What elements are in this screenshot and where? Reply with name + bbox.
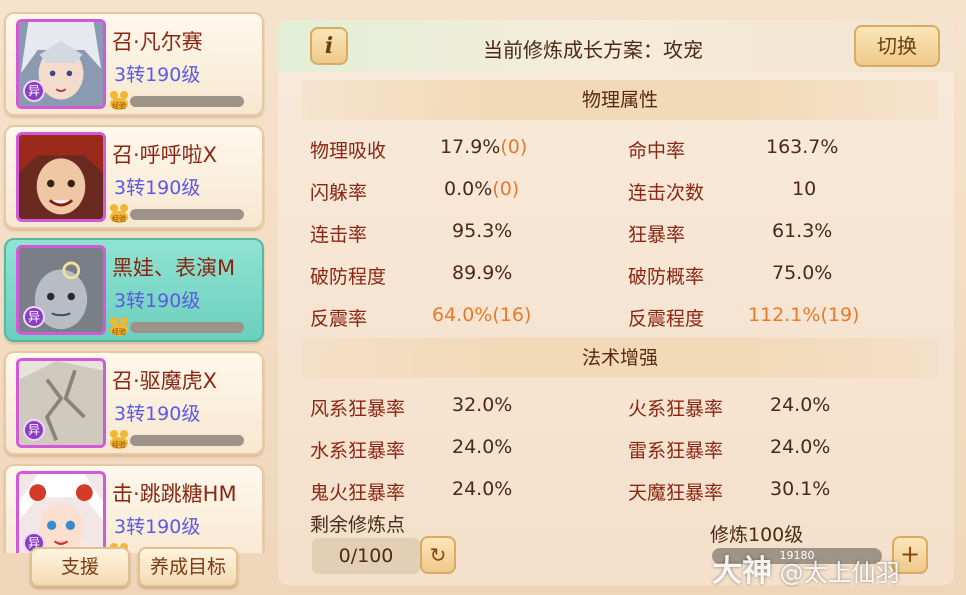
exp-paw-icon: 经验 [110,204,128,223]
pet-level: 3转190级 [114,177,201,199]
pet-avatar-red-hair [16,132,106,222]
stat-label: 反震程度 [628,308,705,330]
stat-label: 闪躲率 [310,182,368,204]
pet-name: 召·驱魔虎X [112,369,218,393]
stat-value: 24.0% [452,436,513,458]
stat-label: 狂暴率 [628,224,686,246]
pet-name: 击·跳跳糖HM [112,482,237,506]
stat-value: 75.0% [772,262,833,284]
stat-value: 95.3% [452,220,513,242]
exp-bar [130,209,244,220]
panel-header: i 当前修炼成长方案：攻宠 切换 [278,20,954,72]
section-physical: 物理属性 [302,80,938,120]
stat-value: 10 [792,178,817,200]
support-button[interactable]: 支援 [30,547,130,587]
svg-text:经验: 经验 [112,101,126,110]
svg-text:经验: 经验 [112,214,126,223]
stat-value: 30.1% [770,478,831,500]
watermark-user: @太上仙羽 [779,559,900,587]
stat-label: 物理吸收 [310,140,387,162]
stat-label: 风系狂暴率 [310,398,406,420]
exp-bar [130,322,244,333]
stat-value: 112.1%(19) [748,304,860,326]
pet-name: 黑娃、表演M [112,256,236,280]
pet-avatar-silver-hair: 异 [16,19,106,109]
cultivation-panel: i 当前修炼成长方案：攻宠 切换 物理属性 物理吸收 17.9%(0) 命中率 … [278,20,954,585]
exp-paw-icon: 经验 [110,91,128,110]
exp-bar [130,435,244,446]
remaining-points-label: 剩余修炼点 [310,514,406,536]
stat-value: 24.0% [452,478,513,500]
stat-value: 24.0% [770,394,831,416]
pet-level: 3转190级 [114,64,201,86]
stat-label: 连击次数 [628,182,705,204]
refresh-icon[interactable]: ↻ [420,536,456,574]
stat-label: 天魔狂暴率 [628,482,724,504]
pet-card[interactable]: 异 召·凡尔赛 3转190级 经验 [4,12,264,116]
info-icon[interactable]: i [310,27,348,65]
watermark: 大神 @太上仙羽 [712,546,900,590]
pet-level: 3转190级 [114,516,201,538]
watermark-brand: 大神 [712,554,772,589]
stat-label: 连击率 [310,224,368,246]
stat-label: 水系狂暴率 [310,440,406,462]
switch-plan-button[interactable]: 切换 [854,25,940,67]
pet-avatar-white-red-girl: 异 [16,471,106,553]
variant-badge: 异 [23,419,45,441]
stat-value: 17.9%(0) [440,136,528,158]
pet-name: 召·呼呼啦X [112,143,218,167]
exp-bar [130,96,244,107]
exp-paw-icon: 经验 [110,317,128,336]
pet-avatar-white-tiger: 异 [16,358,106,448]
svg-text:经验: 经验 [112,440,126,449]
stat-value: 0.0%(0) [444,178,520,200]
plan-title: 当前修炼成长方案：攻宠 [483,38,703,62]
stat-value: 64.0%(16) [432,304,532,326]
pet-level: 3转190级 [114,290,201,312]
stat-label: 鬼火狂暴率 [310,482,406,504]
pet-card-selected[interactable]: 异 黑娃、表演M 3转190级 经验 [4,238,264,342]
pet-card[interactable]: 召·呼呼啦X 3转190级 经验 [4,125,264,229]
stat-label: 火系狂暴率 [628,398,724,420]
pet-list[interactable]: 异 召·凡尔赛 3转190级 经验 召·呼呼啦X 3转190级 经验 异 黑娃、… [0,8,270,553]
stats-scroll-area[interactable]: 物理属性 物理吸收 17.9%(0) 命中率 163.7% 闪躲率 0.0%(0… [278,72,954,512]
stat-label: 反震率 [310,308,368,330]
stat-label: 雷系狂暴率 [628,440,724,462]
stat-label: 破防程度 [310,266,387,288]
stat-label: 命中率 [628,140,686,162]
variant-badge: 异 [23,306,45,328]
stat-value: 24.0% [770,436,831,458]
section-magic: 法术增强 [302,338,938,378]
training-goal-button[interactable]: 养成目标 [138,547,238,587]
variant-badge: 异 [23,80,45,102]
pet-card[interactable]: 异 召·驱魔虎X 3转190级 经验 [4,351,264,455]
portrait-icon [19,135,103,219]
game-screen: 异 召·凡尔赛 3转190级 经验 召·呼呼啦X 3转190级 经验 异 黑娃、… [0,0,966,595]
stat-value: 32.0% [452,394,513,416]
stat-label: 破防概率 [628,266,705,288]
stat-value: 61.3% [772,220,833,242]
pet-avatar-grey-masked: 异 [16,245,106,335]
pet-name: 召·凡尔赛 [112,30,203,54]
exp-paw-icon: 经验 [110,430,128,449]
pet-level: 3转190级 [114,403,201,425]
remaining-points-value: 0/100 [312,538,420,574]
cultivation-level-label: 修炼100级 [710,524,804,546]
pet-card[interactable]: 异 击·跳跳糖HM 3转190级 [4,464,264,553]
svg-text:经验: 经验 [112,327,126,336]
stat-value: 163.7% [766,136,839,158]
stat-value: 89.9% [452,262,513,284]
